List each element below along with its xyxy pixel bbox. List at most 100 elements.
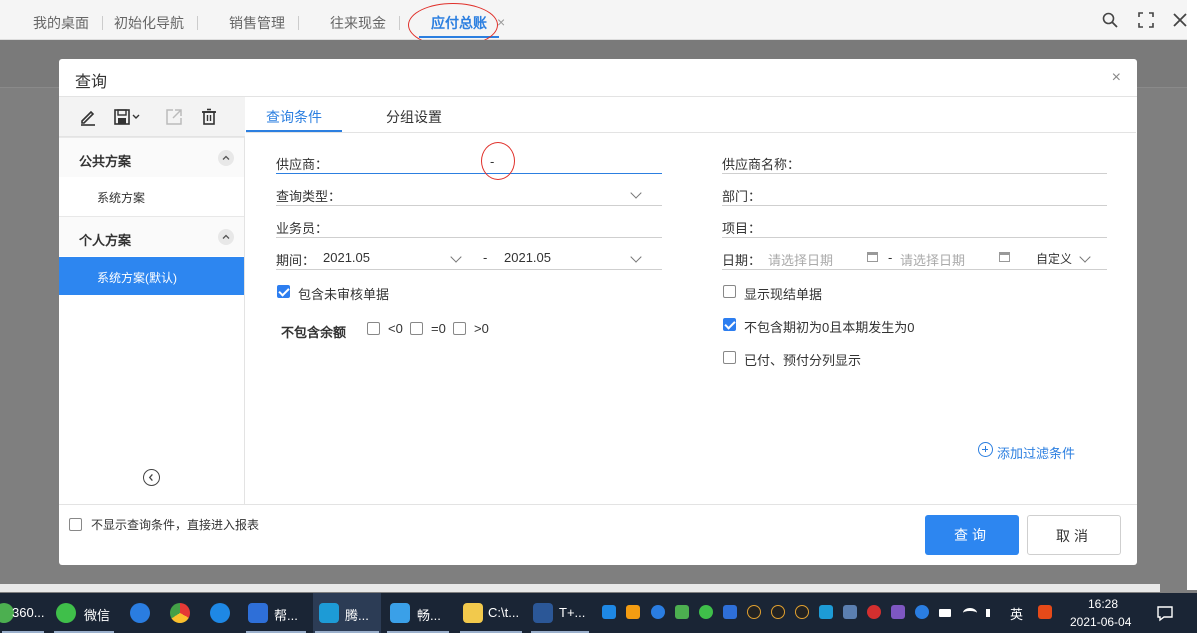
split-paid-checkbox[interactable]	[723, 351, 736, 364]
close-tab-icon[interactable]: ×	[497, 14, 505, 30]
clock-time[interactable]: 16:28	[1088, 597, 1118, 611]
collapse-sidebar-icon[interactable]	[143, 469, 160, 486]
tray-app-icon[interactable]	[675, 605, 689, 619]
taskbar-app-chang[interactable]: 畅...	[385, 593, 451, 633]
group-personal-schemes[interactable]: 个人方案	[59, 216, 244, 256]
app-tab-bar: 我的桌面 初始化导航 销售管理 往来现金 应付总账 ×	[0, 0, 1197, 47]
scheme-item-system[interactable]: 系统方案	[59, 177, 244, 215]
show-settled-checkbox[interactable]	[723, 285, 736, 298]
taskbar-app-help[interactable]: 帮...	[244, 593, 308, 633]
balance-gt0-checkbox[interactable]	[453, 322, 466, 335]
chevron-down-icon[interactable]	[1079, 251, 1091, 263]
group-public-schemes[interactable]: 公共方案	[59, 137, 244, 177]
calendar-icon[interactable]	[999, 252, 1010, 262]
salesperson-field[interactable]: 业务员：	[276, 214, 662, 238]
close-window-icon[interactable]	[1172, 12, 1188, 28]
scheme-toolbar	[59, 97, 245, 137]
fullscreen-icon[interactable]	[1138, 12, 1154, 28]
save-dropdown-icon[interactable]	[113, 107, 143, 127]
tray-app-icon[interactable]	[843, 605, 857, 619]
qq-icon[interactable]	[795, 605, 809, 619]
dialog-title: 查询	[75, 74, 108, 91]
horizontal-scrollbar[interactable]	[0, 584, 1160, 592]
qq-icon[interactable]	[747, 605, 761, 619]
exclude-balance-label: 不包含余额	[281, 325, 347, 340]
tray-app-icon[interactable]	[819, 605, 833, 619]
add-filter-link[interactable]: 添加过滤条件	[978, 442, 1075, 462]
export-icon[interactable]	[164, 107, 184, 127]
taskbar-app-tencent[interactable]: 腾...	[313, 593, 381, 633]
tab-group-settings[interactable]: 分组设置	[386, 107, 442, 127]
query-dialog: 查询 × 公共方案 系统方案 个人方案 系统方案(默认) 查询条件 分组设置 供…	[59, 59, 1137, 565]
collapse-up-icon[interactable]	[218, 229, 234, 245]
tray-app-icon[interactable]	[723, 605, 737, 619]
tab-query-conditions[interactable]: 查询条件	[266, 107, 322, 127]
taskbar-app-label: 帮...	[274, 608, 298, 623]
supplier-name-label: 供应商名称：	[722, 157, 801, 172]
ime-indicator[interactable]: 英	[1010, 604, 1023, 623]
taskbar-app-explorer[interactable]: C:\t...	[458, 593, 524, 633]
exclude-zero-label: 不包含期初为0且本期发生为0	[744, 320, 915, 335]
balance-lt0-checkbox[interactable]	[367, 322, 380, 335]
supplier-field[interactable]: 供应商： -	[276, 150, 662, 174]
delete-icon[interactable]	[199, 107, 219, 127]
tray-app-icon[interactable]	[915, 605, 929, 619]
tray-app-icon[interactable]	[602, 605, 616, 619]
date-mode-select[interactable]: 自定义	[1036, 250, 1072, 267]
tencent-meeting-icon	[319, 603, 339, 623]
period-range-separator: -	[483, 250, 488, 265]
query-button[interactable]: 查询	[925, 515, 1019, 555]
tab-init-nav[interactable]: 初始化导航	[114, 0, 198, 40]
notification-icon[interactable]	[1156, 604, 1174, 622]
wechat-tray-icon[interactable]	[699, 605, 713, 619]
date-from-input[interactable]: 请选择日期	[768, 250, 833, 269]
date-range: 日期： 请选择日期 - 请选择日期 自定义	[722, 246, 1107, 270]
cancel-button[interactable]: 取消	[1027, 515, 1121, 555]
wifi-icon[interactable]	[963, 608, 977, 618]
skip-query-checkbox[interactable]	[69, 518, 82, 531]
dialog-close-icon[interactable]: ×	[1112, 69, 1121, 87]
taskbar-app-360[interactable]: 360...	[0, 593, 46, 633]
edit-icon[interactable]	[78, 107, 98, 127]
taskbar-app-k[interactable]	[125, 593, 157, 633]
folder-icon	[463, 603, 483, 623]
period-to-select[interactable]: 2021.05	[504, 250, 551, 265]
date-label: 日期：	[722, 253, 762, 268]
vertical-scrollbar[interactable]	[1187, 0, 1197, 590]
scheme-sidebar: 公共方案 系统方案 个人方案 系统方案(默认)	[59, 97, 245, 504]
chevron-down-icon[interactable]	[450, 251, 462, 263]
search-icon[interactable]	[1102, 12, 1118, 28]
department-field[interactable]: 部门：	[722, 182, 1107, 206]
collapse-up-icon[interactable]	[218, 150, 234, 166]
tray-app-icon[interactable]	[651, 605, 665, 619]
period-from-select[interactable]: 2021.05	[323, 250, 370, 265]
taskbar-app-chrome[interactable]	[165, 593, 197, 633]
taskbar-app-word[interactable]: T+...	[529, 593, 591, 633]
tab-my-desktop[interactable]: 我的桌面	[33, 0, 103, 40]
tab-cash[interactable]: 往来现金	[330, 0, 400, 40]
taskbar-app-label: 360...	[12, 605, 45, 620]
calendar-icon[interactable]	[867, 252, 878, 262]
exclude-zero-checkbox[interactable]	[723, 318, 736, 331]
scheme-item-system-default[interactable]: 系统方案(默认)	[59, 257, 244, 295]
date-to-input[interactable]: 请选择日期	[900, 250, 965, 269]
include-unaudited-checkbox[interactable]	[277, 285, 290, 298]
taskbar-app-label: 畅...	[417, 608, 441, 623]
battery-icon[interactable]	[939, 609, 951, 617]
shield-icon[interactable]	[626, 605, 640, 619]
project-field[interactable]: 项目：	[722, 214, 1107, 238]
project-label: 项目：	[722, 221, 762, 236]
taskbar-app-ie[interactable]	[205, 593, 237, 633]
balance-eq0-checkbox[interactable]	[410, 322, 423, 335]
tray-app-icon[interactable]	[867, 605, 881, 619]
chevron-down-icon[interactable]	[630, 251, 642, 263]
taskbar-app-wechat[interactable]: 微信	[52, 593, 116, 633]
query-type-select[interactable]: 查询类型：	[276, 182, 662, 206]
supplier-name-field[interactable]: 供应商名称：	[722, 150, 1107, 174]
tab-sales[interactable]: 销售管理	[229, 0, 299, 40]
clock-date[interactable]: 2021-06-04	[1070, 615, 1131, 629]
tray-app-icon[interactable]	[891, 605, 905, 619]
qq-icon[interactable]	[771, 605, 785, 619]
volume-icon[interactable]	[986, 609, 990, 617]
sogou-input-icon[interactable]	[1038, 605, 1052, 619]
